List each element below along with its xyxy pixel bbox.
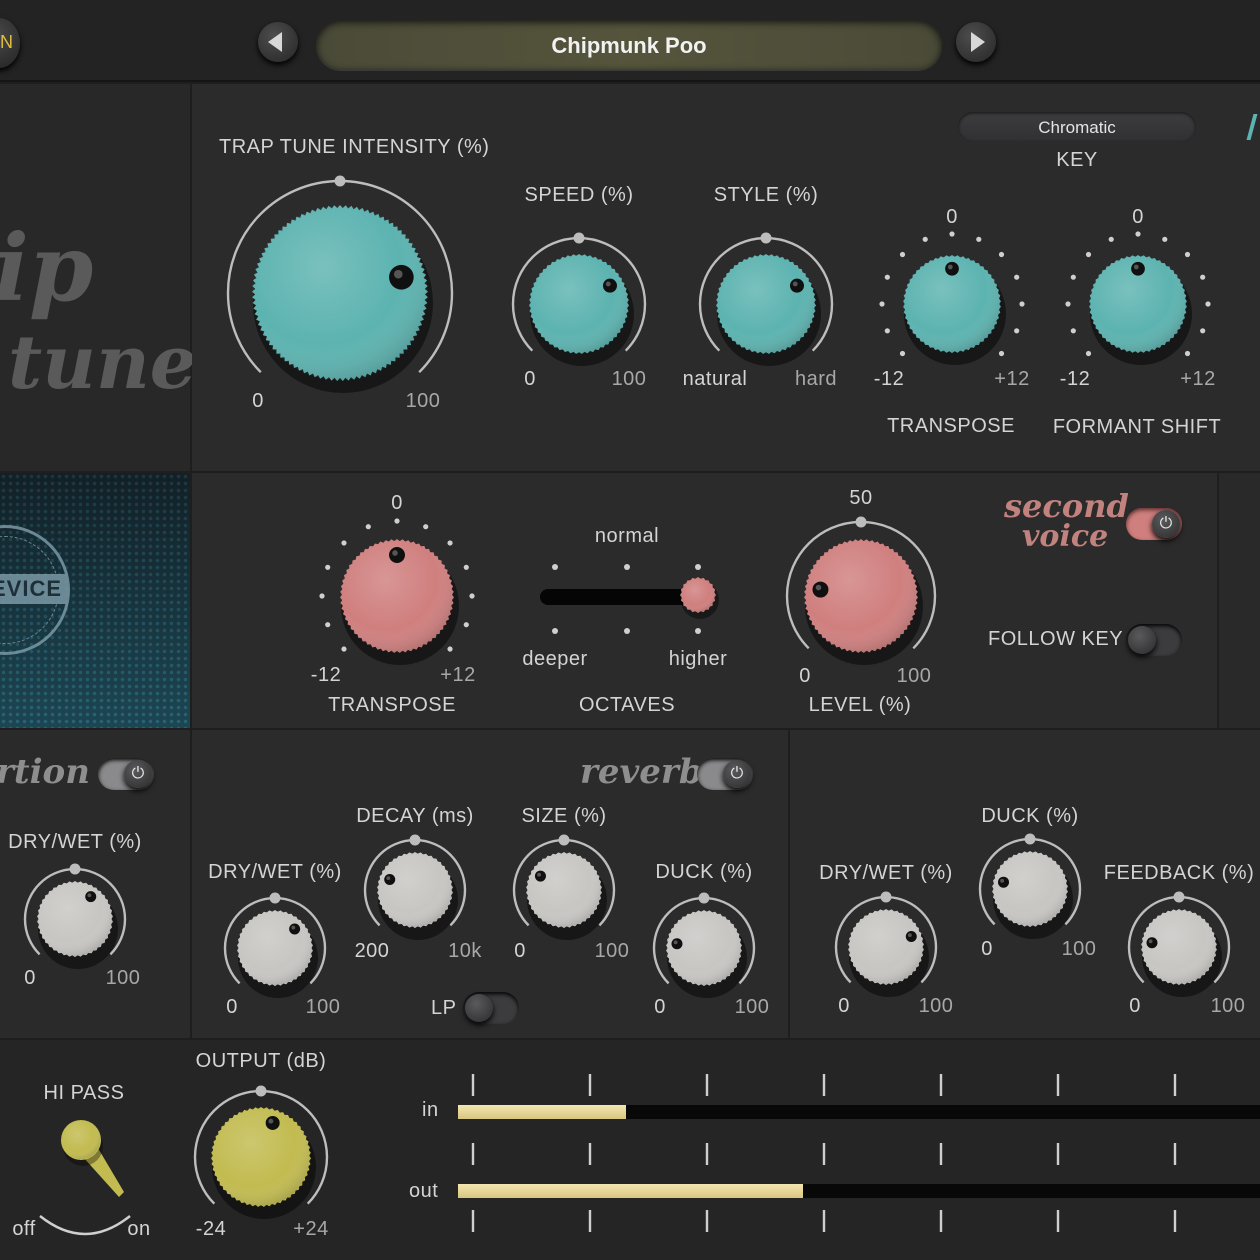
sv-transpose-label: TRANSPOSE [328, 694, 456, 716]
dly-drywet-label: DRY/WET (%) [819, 862, 953, 884]
distortion-toggle[interactable] [98, 758, 154, 790]
sv-transpose-min: -12 [310, 664, 342, 686]
dly-duck-label: DUCK (%) [981, 805, 1079, 827]
hipass-label: HI PASS [43, 1082, 125, 1104]
octaves-top: normal [594, 525, 660, 547]
intensity-max: 100 [405, 390, 441, 412]
formant-center: 0 [1132, 206, 1144, 228]
logo-panel: ip tune [0, 84, 197, 471]
rev-drywet-min: 0 [226, 996, 238, 1018]
dly-duck-max: 100 [1061, 938, 1097, 960]
octaves-left: deeper [522, 648, 588, 670]
formant-label: FORMANT SHIFT [1052, 416, 1222, 438]
dly-duck-min: 0 [981, 938, 993, 960]
power-icon [723, 760, 751, 788]
second-voice-toggle[interactable] [1126, 508, 1182, 540]
dly-feedback-min: 0 [1129, 995, 1141, 1017]
rev-decay-min: 200 [354, 940, 390, 962]
rev-size-label: SIZE (%) [521, 805, 607, 827]
prev-preset-button[interactable] [258, 22, 298, 62]
transpose-max: +12 [994, 368, 1030, 390]
badge-text: EVICE [0, 574, 69, 604]
power-icon [1152, 510, 1180, 538]
output-label: OUTPUT (dB) [195, 1050, 327, 1072]
reverb-toggle[interactable] [697, 758, 753, 790]
level-min: 0 [799, 665, 811, 687]
level-label: LEVEL (%) [808, 694, 912, 716]
preset-display[interactable]: Chipmunk Poo [316, 20, 942, 70]
header-bar: N Chipmunk Poo [0, 0, 1260, 82]
key-label: KEY [1056, 149, 1098, 171]
rev-duck-label: DUCK (%) [655, 861, 753, 883]
dist-drywet-label: DRY/WET (%) [8, 831, 142, 853]
octaves-right: higher [668, 648, 728, 670]
logo-line1: ip [0, 214, 94, 322]
dist-drywet-min: 0 [24, 967, 36, 989]
second-voice-title-2: voice [1022, 519, 1109, 554]
transpose-label: TRANSPOSE [887, 415, 1015, 437]
rev-duck-min: 0 [654, 996, 666, 1018]
meter-in-fill [458, 1105, 627, 1119]
transpose-center: 0 [946, 206, 958, 228]
meter-out-fill [458, 1184, 803, 1198]
rev-duck-max: 100 [734, 996, 770, 1018]
bottom-panel [0, 1040, 1260, 1260]
formant-max: +12 [1180, 368, 1216, 390]
right-arrow-icon [971, 32, 985, 52]
dly-drywet-max: 100 [918, 995, 954, 1017]
level-center: 50 [849, 487, 873, 509]
dly-feedback-label: FEEDBACK (%) [1103, 862, 1255, 884]
transpose-min: -12 [873, 368, 905, 390]
formant-min: -12 [1059, 368, 1091, 390]
lp-label: LP [431, 997, 457, 1019]
meter-in-label: in [422, 1099, 439, 1121]
meter-in [458, 1105, 1260, 1119]
preset-name: Chipmunk Poo [551, 33, 707, 58]
power-button[interactable]: N [0, 18, 20, 68]
key-select[interactable]: Chromatic [958, 112, 1196, 142]
distortion-title: rtion [0, 752, 90, 792]
level-max: 100 [896, 665, 932, 687]
speed-min: 0 [524, 368, 536, 390]
style-min: natural [682, 368, 748, 390]
dist-drywet-max: 100 [105, 967, 141, 989]
hipass-off: off [12, 1218, 36, 1240]
sv-transpose-max: +12 [440, 664, 476, 686]
next-preset-button[interactable] [956, 22, 996, 62]
rev-drywet-max: 100 [305, 996, 341, 1018]
dly-feedback-max: 100 [1210, 995, 1246, 1017]
lp-toggle[interactable] [463, 992, 519, 1024]
power-label: N [0, 32, 13, 52]
follow-key-label: FOLLOW KEY [988, 628, 1124, 650]
intensity-min: 0 [252, 390, 264, 412]
rev-drywet-label: DRY/WET (%) [208, 861, 342, 883]
speed-label: SPEED (%) [524, 184, 634, 206]
meter-out [458, 1184, 1260, 1198]
power-icon [124, 760, 152, 788]
reverb-title: reverb [580, 752, 703, 792]
meter-out-label: out [409, 1180, 439, 1202]
rev-decay-label: DECAY (ms) [356, 805, 474, 827]
speed-max: 100 [611, 368, 647, 390]
rev-size-max: 100 [594, 940, 630, 962]
output-min: -24 [195, 1218, 227, 1240]
intensity-label: TRAP TUNE INTENSITY (%) [219, 136, 490, 158]
style-label: STYLE (%) [713, 184, 819, 206]
dly-drywet-min: 0 [838, 995, 850, 1017]
panel-edge-accent [1246, 114, 1258, 140]
rev-size-min: 0 [514, 940, 526, 962]
follow-key-toggle[interactable] [1126, 624, 1182, 656]
key-value: Chromatic [1038, 118, 1116, 137]
output-max: +24 [293, 1218, 329, 1240]
sv-transpose-center: 0 [391, 492, 403, 514]
hipass-on: on [127, 1218, 151, 1240]
octaves-label: OCTAVES [578, 694, 676, 716]
left-arrow-icon [268, 32, 282, 52]
logo-line2: tune [8, 320, 197, 406]
style-max: hard [794, 368, 838, 390]
badge-panel: EVICE [0, 473, 190, 728]
right-edge-panel [1219, 473, 1260, 728]
rev-decay-max: 10k [448, 940, 482, 962]
